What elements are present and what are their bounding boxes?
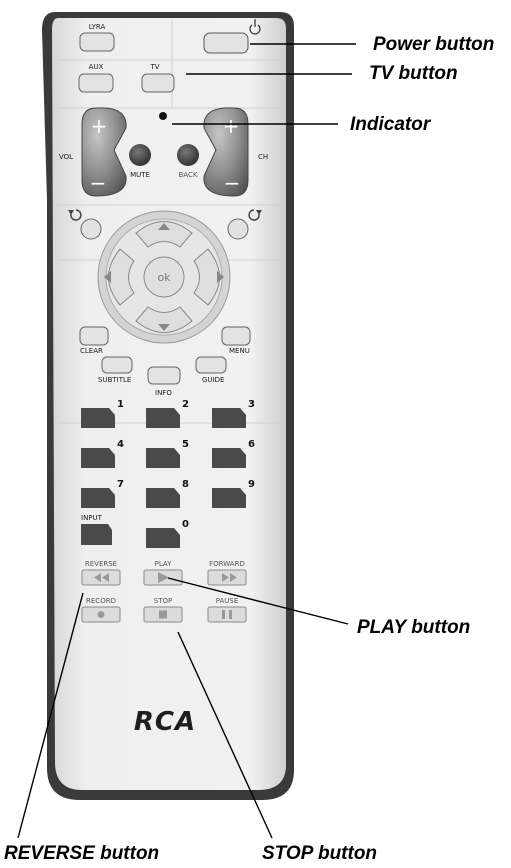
aux-button[interactable] [78,73,114,93]
rca-logo: RCA [134,707,196,737]
clear-label: CLEAR [80,347,103,355]
lyra-button[interactable] [79,32,115,52]
indicator-callout: Indicator [350,114,431,135]
pause-icon-bar-2 [229,610,232,619]
guide-button[interactable] [195,356,227,374]
digit-9-button[interactable] [212,488,246,508]
digit-0-button[interactable] [146,528,180,548]
digit-1-label: 1 [117,399,124,410]
digit-6-label: 6 [248,439,255,450]
mute-button[interactable] [129,144,151,166]
digit-7-label: 7 [117,479,124,490]
digit-1-button[interactable] [81,408,115,428]
pause-icon-bar-1 [222,610,225,619]
digit-5-label: 5 [182,439,189,450]
power-button[interactable] [203,32,249,54]
tv-label: TV [149,63,159,71]
guide-label: GUIDE [202,376,224,384]
tv-button-callout: TV button [369,63,458,84]
play-button-callout: PLAY button [357,617,471,638]
menu-button[interactable] [221,326,251,346]
digit-2-button[interactable] [146,408,180,428]
vol-label: VOL [59,153,73,161]
play-label: PLAY [155,560,173,568]
reverse-button-callout: REVERSE button [4,843,160,864]
reverse-label: REVERSE [85,560,117,568]
record-label: RECORD [86,597,116,605]
menu-label: MENU [229,347,250,355]
digit-7-button[interactable] [81,488,115,508]
vol-plus-icon: + [91,114,108,138]
stop-button-callout: STOP button [262,843,378,864]
digit-0-label: 0 [182,519,189,530]
ok-label: ok [157,271,171,284]
back-label: BACK [179,171,198,179]
tv-button[interactable] [141,73,175,93]
ch-minus-icon: − [224,171,241,195]
pause-label: PAUSE [216,597,239,605]
left-round-button[interactable] [80,218,102,240]
digit-3-button[interactable] [212,408,246,428]
lyra-label: LYRA [89,23,106,31]
record-icon [97,611,105,618]
info-button[interactable] [147,366,181,385]
back-button[interactable] [177,144,199,166]
input-label: INPUT [81,514,103,522]
forward-label: FORWARD [209,560,245,568]
input-button[interactable] [81,524,112,545]
digit-9-label: 9 [248,479,255,490]
remote-diagram: LYRA AUX TV + − VOL + − CH MUTE BACK ok … [17,12,356,839]
vol-minus-icon: − [90,171,107,195]
digit-2-label: 2 [182,399,189,410]
digit-6-button[interactable] [212,448,246,468]
ch-plus-icon: + [223,114,240,138]
aux-label: AUX [89,63,104,71]
power-button-callout: Power button [373,34,495,55]
digit-4-button[interactable] [81,448,115,468]
subtitle-label: SUBTITLE [98,376,131,384]
stop-label: STOP [154,597,172,605]
stop-icon [159,610,167,619]
pause-button[interactable] [207,606,247,623]
info-label: INFO [155,389,172,397]
digit-4-label: 4 [117,439,124,450]
digit-8-button[interactable] [146,488,180,508]
mute-label: MUTE [130,171,150,179]
clear-button[interactable] [79,326,109,346]
digit-8-label: 8 [182,479,189,490]
dpad: ok [97,210,231,344]
ch-label: CH [258,153,268,161]
indicator-light [159,112,167,120]
digit-3-label: 3 [248,399,255,410]
right-round-button[interactable] [227,218,249,240]
digit-5-button[interactable] [146,448,180,468]
subtitle-button[interactable] [101,356,133,374]
